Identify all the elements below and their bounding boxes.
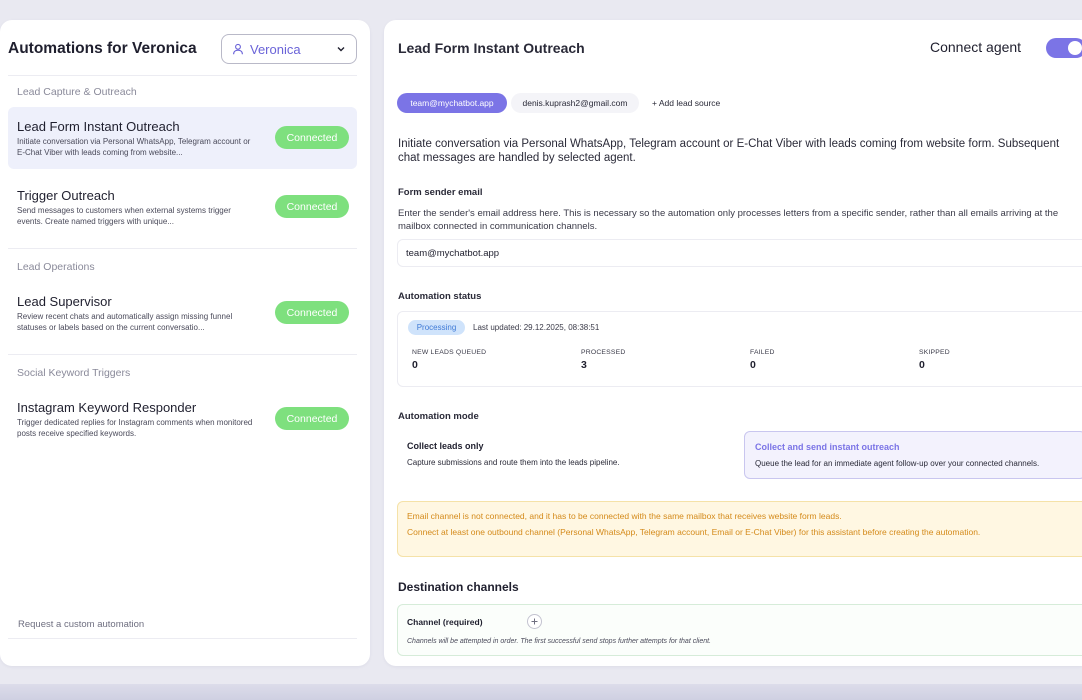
automation-item-description: Review recent chats and automatically as… bbox=[17, 312, 233, 332]
automation-item-description: Send messages to customers when external… bbox=[17, 206, 231, 226]
page-title: Lead Form Instant Outreach bbox=[398, 40, 585, 56]
stat-failed: FAILED 0 bbox=[750, 349, 775, 371]
stat-label: SKIPPED bbox=[919, 349, 950, 356]
divider bbox=[8, 75, 357, 76]
form-sender-help: Enter the sender's email address here. T… bbox=[398, 208, 1059, 232]
automation-status-card: Processing Last updated: 29.12.2025, 08:… bbox=[397, 311, 1082, 387]
divider bbox=[8, 354, 357, 355]
connected-badge: Connected bbox=[275, 126, 349, 149]
channel-order-note: Channels will be attempted in order. The… bbox=[407, 638, 711, 645]
automation-item-instagram-keyword-responder[interactable]: Instagram Keyword Responder Trigger dedi… bbox=[8, 388, 357, 450]
stat-value: 0 bbox=[412, 359, 418, 371]
automation-detail-panel: Lead Form Instant Outreach Connect agent… bbox=[384, 20, 1082, 666]
form-sender-email-input[interactable]: team@mychatbot.app bbox=[397, 239, 1082, 267]
automations-sidebar: Automations for Veronica Veronica Lead C… bbox=[0, 20, 370, 666]
mode-option-description: Capture submissions and route them into … bbox=[407, 458, 620, 467]
form-sender-label: Form sender email bbox=[398, 187, 483, 198]
last-updated-text: Last updated: 29.12.2025, 08:38:51 bbox=[473, 323, 600, 332]
stat-value: 0 bbox=[750, 359, 756, 371]
automation-item-lead-supervisor[interactable]: Lead Supervisor Review recent chats and … bbox=[8, 282, 357, 344]
automation-item-name: Lead Supervisor bbox=[17, 294, 112, 309]
mode-option-collect-leads-only[interactable]: Collect leads only Capture submissions a… bbox=[397, 431, 735, 479]
divider bbox=[8, 638, 357, 639]
add-lead-source-button[interactable]: + Add lead source bbox=[648, 93, 724, 113]
destination-channels-card: Channel (required) Channels will be atte… bbox=[397, 604, 1082, 656]
agent-selector[interactable]: Veronica bbox=[221, 34, 357, 64]
channel-required-label: Channel (required) bbox=[407, 617, 483, 627]
connected-badge: Connected bbox=[275, 195, 349, 218]
stat-value: 0 bbox=[919, 359, 925, 371]
automation-status-label: Automation status bbox=[398, 291, 482, 302]
user-icon bbox=[233, 43, 243, 55]
connected-badge: Connected bbox=[275, 301, 349, 324]
warning-line-1: Email channel is not connected, and it h… bbox=[407, 511, 842, 521]
processing-badge: Processing bbox=[408, 320, 465, 335]
sidebar-title: Automations for Veronica bbox=[8, 40, 197, 57]
group-label-lead-operations: Lead Operations bbox=[17, 261, 95, 273]
automation-item-name: Lead Form Instant Outreach bbox=[17, 119, 180, 134]
automation-item-lead-form-instant-outreach[interactable]: Lead Form Instant Outreach Initiate conv… bbox=[8, 107, 357, 169]
stat-new-leads-queued: NEW LEADS QUEUED 0 bbox=[412, 349, 486, 371]
mode-option-title: Collect leads only bbox=[407, 441, 484, 451]
connect-agent-toggle[interactable] bbox=[1046, 38, 1082, 58]
sidebar-header: Automations for Veronica Veronica bbox=[8, 34, 357, 64]
automation-item-description: Trigger dedicated replies for Instagram … bbox=[17, 418, 253, 438]
automation-item-name: Trigger Outreach bbox=[17, 188, 115, 203]
channel-warning-banner: Email channel is not connected, and it h… bbox=[397, 501, 1082, 557]
mode-option-title: Collect and send instant outreach bbox=[755, 442, 900, 452]
add-channel-button[interactable] bbox=[527, 614, 542, 629]
automation-item-name: Instagram Keyword Responder bbox=[17, 400, 197, 415]
automation-item-trigger-outreach[interactable]: Trigger Outreach Send messages to custom… bbox=[8, 176, 357, 238]
toggle-knob bbox=[1068, 41, 1082, 55]
automation-item-description: Initiate conversation via Personal Whats… bbox=[17, 137, 251, 157]
agent-selector-value: Veronica bbox=[250, 41, 301, 57]
stat-label: NEW LEADS QUEUED bbox=[412, 349, 487, 356]
destination-channels-title: Destination channels bbox=[398, 580, 519, 594]
request-custom-automation-link[interactable]: Request a custom automation bbox=[18, 619, 144, 630]
chevron-down-icon bbox=[337, 47, 345, 52]
automation-mode-label: Automation mode bbox=[398, 411, 479, 422]
stat-processed: PROCESSED 3 bbox=[581, 349, 625, 371]
stat-label: FAILED bbox=[750, 349, 775, 356]
automation-description: Initiate conversation via Personal Whats… bbox=[398, 138, 1060, 164]
lead-source-chip-active[interactable]: team@mychatbot.app bbox=[397, 93, 507, 113]
mode-option-collect-and-send[interactable]: Collect and send instant outreach Queue … bbox=[744, 431, 1082, 479]
warning-line-2: Connect at least one outbound channel (P… bbox=[407, 527, 981, 537]
plus-icon bbox=[531, 618, 538, 625]
divider bbox=[8, 248, 357, 249]
bottom-strip bbox=[0, 684, 1082, 700]
lead-source-chip[interactable]: denis.kuprash2@gmail.com bbox=[511, 93, 639, 113]
connect-agent-label: Connect agent bbox=[930, 39, 1022, 55]
connected-badge: Connected bbox=[275, 407, 349, 430]
stat-label: PROCESSED bbox=[581, 349, 626, 356]
stat-skipped: SKIPPED 0 bbox=[919, 349, 950, 371]
mode-option-description: Queue the lead for an immediate agent fo… bbox=[755, 459, 1040, 468]
stat-value: 3 bbox=[581, 359, 587, 371]
group-label-social-keyword: Social Keyword Triggers bbox=[17, 367, 131, 379]
group-label-lead-capture: Lead Capture & Outreach bbox=[17, 86, 137, 98]
